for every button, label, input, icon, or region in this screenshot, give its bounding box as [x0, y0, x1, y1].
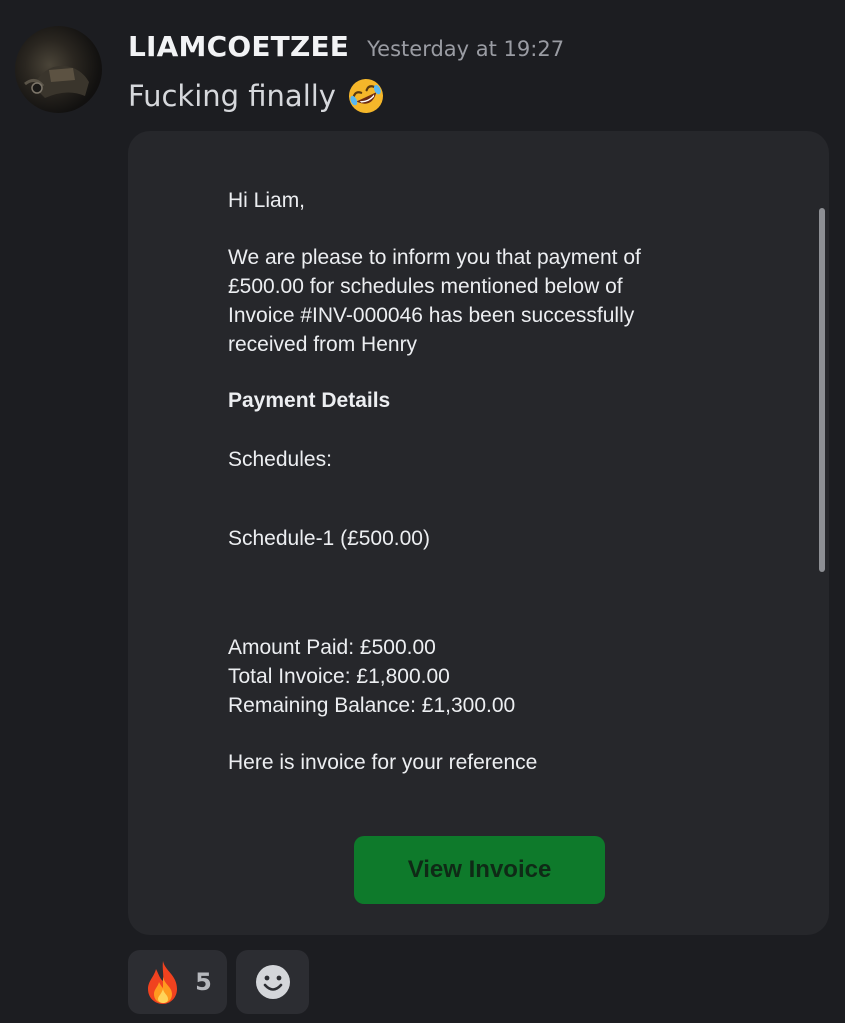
avatar-image [24, 65, 89, 98]
email-body-line: We are please to inform you that payment… [228, 246, 641, 269]
amount-paid: Amount Paid: £500.00 [228, 636, 436, 659]
payment-details-heading: Payment Details [228, 389, 391, 412]
message-text: Fucking finally [128, 79, 336, 113]
email-greeting: Hi Liam, [228, 189, 306, 212]
add-reaction-button[interactable] [236, 950, 309, 1014]
email-body-line: Invoice #INV-000046 has been successfull… [228, 304, 635, 327]
email-body-line: £500.00 for schedules mentioned below of [228, 275, 623, 298]
username[interactable]: LIAMCOETZEE [128, 30, 349, 63]
reaction-count: 5 [195, 968, 212, 996]
reaction-fire[interactable]: 5 [128, 950, 227, 1014]
view-invoice-label: View Invoice [407, 856, 552, 883]
email-body-line: received from Henry [228, 333, 418, 356]
chat-view: LIAMCOETZEE Yesterday at 19:27 Fucking f… [0, 0, 845, 1023]
remaining-balance: Remaining Balance: £1,300.00 [228, 694, 516, 717]
schedule-item: Schedule-1 (£500.00) [228, 527, 430, 550]
add-reaction-icon [255, 965, 290, 999]
fire-icon [148, 961, 178, 1004]
message-timestamp: Yesterday at 19:27 [367, 37, 565, 61]
message-header: LIAMCOETZEE Yesterday at 19:27 [128, 30, 564, 63]
schedules-label: Schedules: [228, 448, 332, 471]
rolling-on-floor-laughing-icon [348, 79, 383, 113]
reference-note: Here is invoice for your reference [228, 751, 538, 774]
user-avatar[interactable] [15, 26, 102, 113]
view-invoice-button[interactable]: View Invoice [354, 836, 605, 904]
embed-scrollbar[interactable] [819, 208, 825, 572]
total-invoice: Total Invoice: £1,800.00 [228, 665, 450, 688]
message-content: Fucking finally [128, 76, 386, 116]
